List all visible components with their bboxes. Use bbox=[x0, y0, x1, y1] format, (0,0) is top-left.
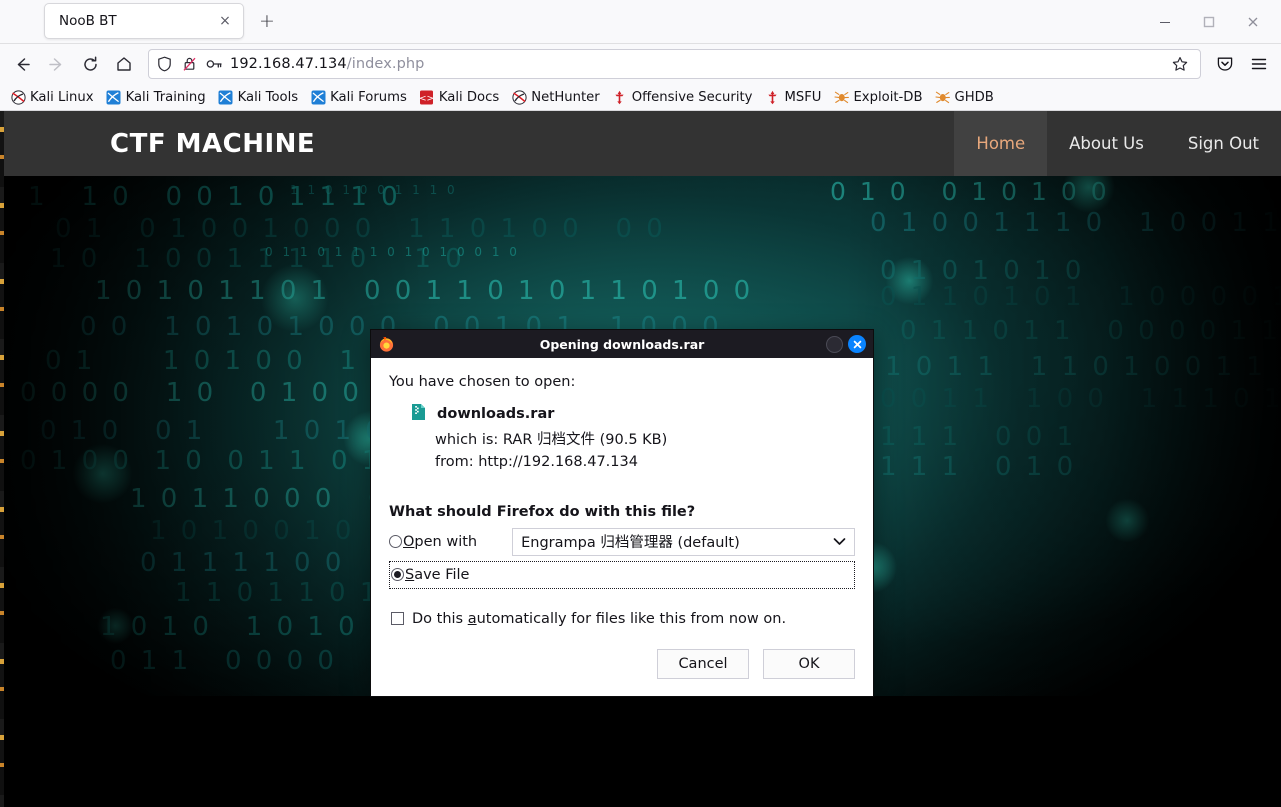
auto-handle-row[interactable]: Do this automatically for files like thi… bbox=[389, 611, 855, 627]
opening-file-dialog: Opening downloads.rar You have chosen to… bbox=[370, 329, 874, 697]
new-tab-button[interactable]: + bbox=[252, 6, 282, 36]
nav-link-sign-out[interactable]: Sign Out bbox=[1166, 111, 1281, 176]
ok-button[interactable]: OK bbox=[763, 649, 855, 679]
nav-link-about-us[interactable]: About Us bbox=[1047, 111, 1166, 176]
reload-button[interactable] bbox=[74, 48, 106, 80]
app-menu-button[interactable] bbox=[1243, 48, 1275, 80]
ghdb-icon bbox=[935, 89, 951, 105]
dialog-minimize-button[interactable] bbox=[826, 335, 843, 353]
bookmark-label: Kali Linux bbox=[30, 89, 94, 105]
bookmark-kali-forums[interactable]: Kali Forums bbox=[304, 87, 413, 107]
back-button[interactable] bbox=[6, 48, 38, 80]
msfu-icon bbox=[764, 89, 780, 105]
dialog-titlebar: Opening downloads.rar bbox=[371, 330, 873, 358]
tab-title: NooB BT bbox=[59, 13, 117, 29]
dialog-question: What should Firefox do with this file? bbox=[389, 503, 696, 520]
bookmark-offensive-security[interactable]: Offensive Security bbox=[606, 87, 759, 107]
maximize-button[interactable] bbox=[1187, 2, 1231, 42]
file-source-line: from: http://192.168.47.134 bbox=[435, 453, 638, 470]
browser-tab[interactable]: NooB BT × bbox=[44, 3, 244, 39]
window-controls bbox=[1143, 0, 1275, 44]
auto-handle-label: Do this automatically for files like thi… bbox=[412, 610, 787, 627]
home-button[interactable] bbox=[108, 48, 140, 80]
bookmark-label: Offensive Security bbox=[631, 89, 753, 105]
dialog-footer: Cancel OK bbox=[371, 649, 873, 696]
kali-tools-icon bbox=[218, 89, 234, 105]
bookmark-label: GHDB bbox=[954, 89, 994, 105]
bookmark-kali-docs[interactable]: <> Kali Docs bbox=[413, 87, 505, 107]
auto-handle-checkbox[interactable] bbox=[391, 612, 404, 625]
bookmark-label: Exploit-DB bbox=[853, 89, 923, 105]
dialog-window-controls bbox=[826, 335, 866, 353]
insecure-lock-icon[interactable] bbox=[180, 55, 198, 73]
bookmark-label: NetHunter bbox=[531, 89, 600, 105]
open-with-label: Open with bbox=[403, 533, 478, 550]
open-with-select[interactable]: Engrampa 归档管理器 (default) bbox=[512, 527, 855, 556]
bookmark-kali-tools[interactable]: Kali Tools bbox=[212, 87, 305, 107]
nethunter-icon bbox=[511, 89, 527, 105]
tab-strip: NooB BT × + bbox=[0, 0, 1281, 44]
site-brand: CTF MACHINE bbox=[110, 128, 316, 159]
open-with-value: Engrampa 归档管理器 (default) bbox=[521, 535, 740, 551]
archive-file-icon bbox=[411, 403, 426, 425]
bookmark-label: MSFU bbox=[784, 89, 822, 105]
bookmarks-toolbar: Kali Linux Kali Training Kali Tools Kali… bbox=[0, 84, 1281, 111]
svg-text:<>: <> bbox=[419, 94, 434, 104]
tab-close-icon[interactable]: × bbox=[215, 11, 235, 31]
firefox-browser-window: NooB BT × + 192.168.47.134/index.php Kal… bbox=[0, 0, 1281, 807]
bookmark-label: Kali Docs bbox=[438, 89, 500, 105]
left-edge-strip bbox=[0, 111, 4, 807]
bookmark-msfu[interactable]: MSFU bbox=[758, 87, 827, 107]
save-file-radio[interactable] bbox=[391, 568, 404, 581]
site-nav-menu: Home About Us Sign Out bbox=[954, 111, 1281, 176]
file-type-line: which is: RAR 归档文件 (90.5 KB) bbox=[435, 432, 668, 448]
exploit-db-icon bbox=[833, 89, 849, 105]
file-row: downloads.rar bbox=[389, 403, 855, 425]
open-with-radio[interactable] bbox=[389, 535, 402, 548]
dialog-close-button[interactable] bbox=[848, 335, 866, 353]
forward-button[interactable] bbox=[40, 48, 72, 80]
kali-docs-icon: <> bbox=[419, 89, 435, 105]
url-host: 192.168.47.134 bbox=[230, 56, 347, 72]
kali-dragon-icon bbox=[10, 89, 26, 105]
page-bottom-black-area bbox=[0, 696, 1281, 807]
firefox-logo-icon bbox=[378, 336, 395, 353]
bookmark-ghdb[interactable]: GHDB bbox=[929, 87, 1000, 107]
bookmark-kali-training[interactable]: Kali Training bbox=[100, 87, 212, 107]
bookmark-label: Kali Forums bbox=[330, 89, 407, 105]
file-name: downloads.rar bbox=[437, 406, 555, 422]
url-text[interactable]: 192.168.47.134/index.php bbox=[230, 56, 1159, 72]
chosen-label: You have chosen to open: bbox=[389, 374, 576, 390]
save-file-label: Save File bbox=[405, 566, 470, 583]
bookmark-exploit-db[interactable]: Exploit-DB bbox=[827, 87, 928, 107]
minimize-button[interactable] bbox=[1143, 2, 1187, 42]
chevron-down-icon bbox=[833, 534, 846, 550]
bookmark-nethunter[interactable]: NetHunter bbox=[505, 87, 606, 107]
site-header: CTF MACHINE Home About Us Sign Out bbox=[4, 111, 1281, 176]
key-icon[interactable] bbox=[205, 55, 223, 73]
kali-training-icon bbox=[106, 89, 122, 105]
bookmark-label: Kali Tools bbox=[237, 89, 299, 105]
save-file-row[interactable]: Save File bbox=[391, 563, 854, 587]
cancel-button[interactable]: Cancel bbox=[657, 649, 749, 679]
dialog-body: You have chosen to open: downloads.rar w… bbox=[371, 358, 873, 649]
tracking-shield-icon[interactable] bbox=[155, 55, 173, 73]
url-path: /index.php bbox=[346, 56, 425, 72]
navigation-toolbar: 192.168.47.134/index.php bbox=[0, 44, 1281, 84]
web-page-content: 0 1 0 0 1 1 0 1 1 0 0 0 00 1 0 1 1 0 1 1… bbox=[0, 111, 1281, 807]
open-with-row[interactable]: Open with Engrampa 归档管理器 (default) bbox=[389, 527, 855, 556]
nav-link-home[interactable]: Home bbox=[954, 111, 1048, 176]
offensive-security-icon bbox=[612, 89, 628, 105]
url-bar[interactable]: 192.168.47.134/index.php bbox=[148, 49, 1201, 79]
bookmark-label: Kali Training bbox=[125, 89, 206, 105]
bookmark-star-icon[interactable] bbox=[1166, 51, 1194, 77]
kali-forums-icon bbox=[310, 89, 326, 105]
save-to-pocket-button[interactable] bbox=[1209, 48, 1241, 80]
save-file-focus-ring: Save File bbox=[389, 560, 855, 589]
dialog-title: Opening downloads.rar bbox=[539, 336, 705, 352]
close-button[interactable] bbox=[1231, 2, 1275, 42]
bookmark-kali-linux[interactable]: Kali Linux bbox=[4, 87, 100, 107]
